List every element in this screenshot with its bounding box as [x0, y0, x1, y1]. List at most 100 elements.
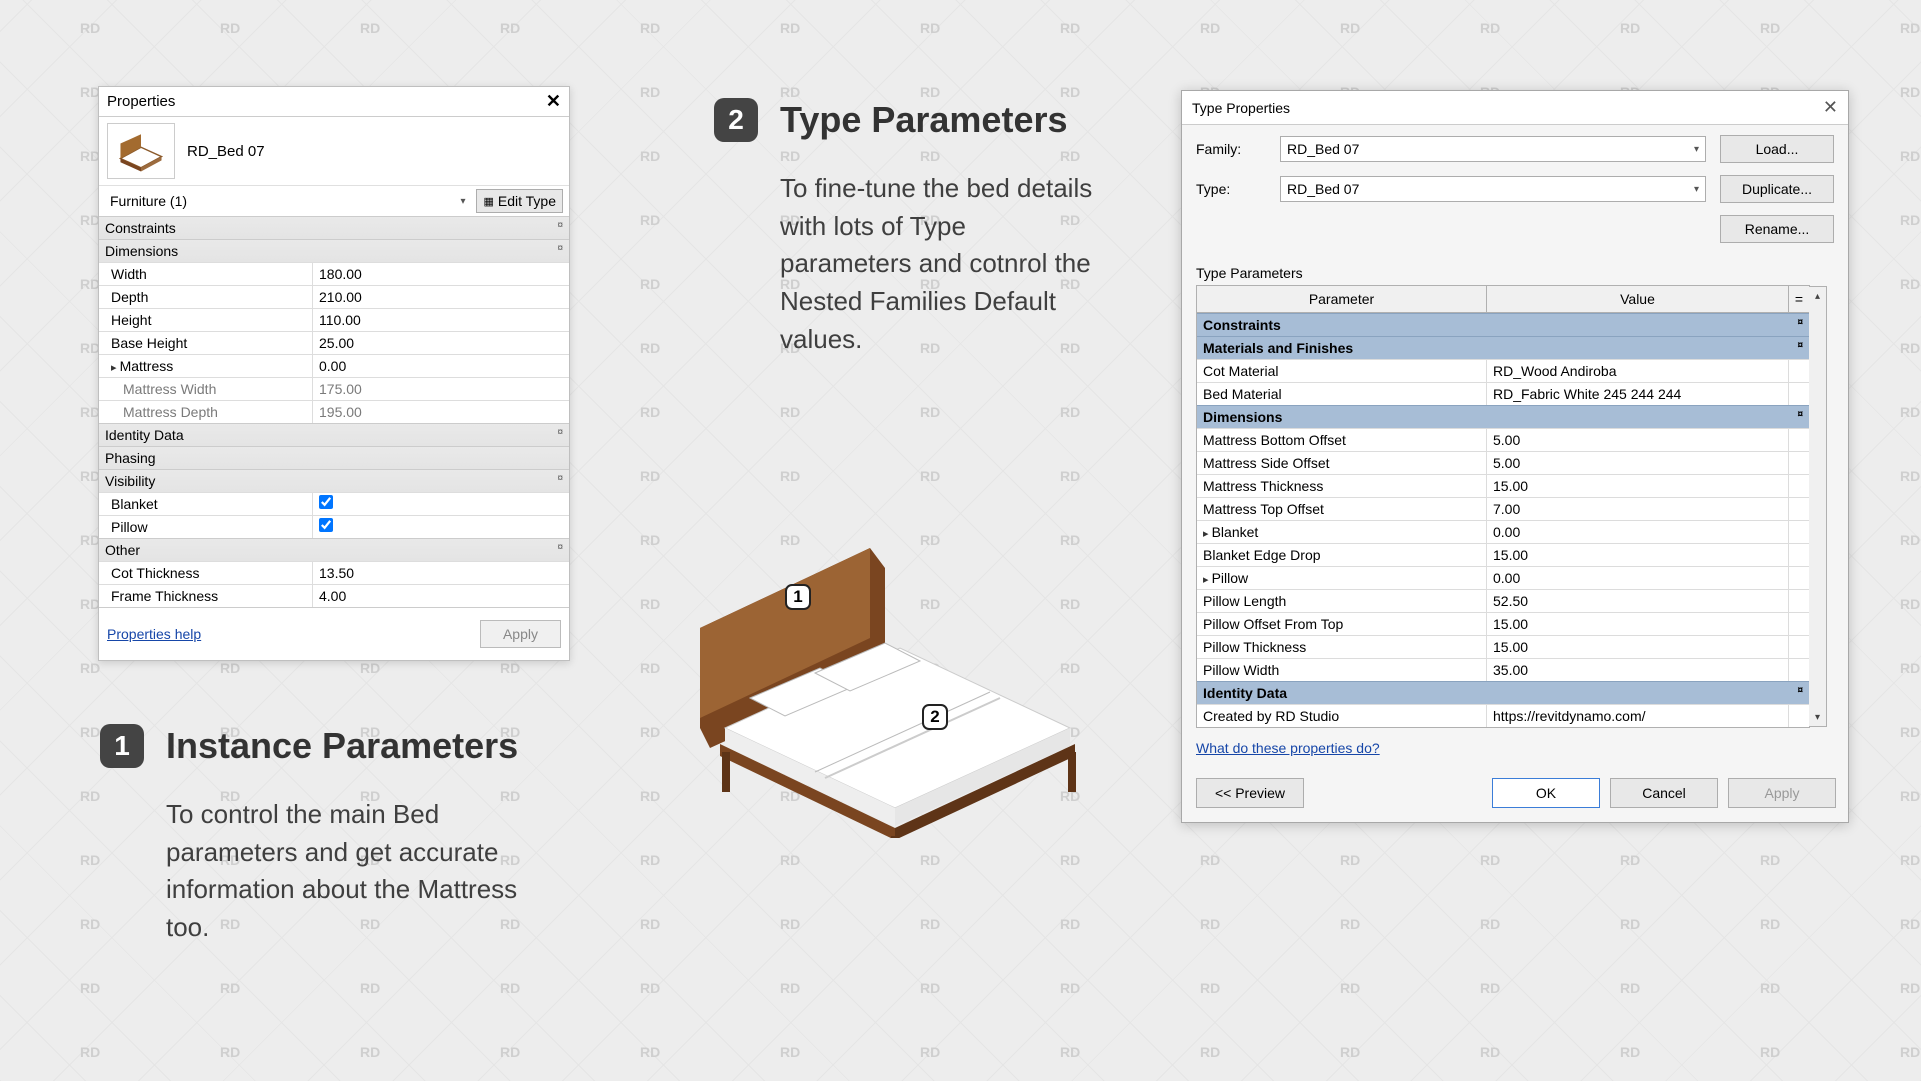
tp-value[interactable]: 35.00 — [1487, 659, 1789, 681]
properties-help-link[interactable]: Properties help — [107, 626, 201, 642]
tp-value[interactable]: 7.00 — [1487, 498, 1789, 520]
tp-value[interactable]: 0.00 — [1487, 521, 1789, 543]
group-phasing[interactable]: Phasing — [99, 446, 569, 469]
expand-icon: ¤ — [1797, 340, 1803, 356]
tp-value[interactable]: 0.00 — [1487, 567, 1789, 589]
expand-icon: ¤ — [1797, 685, 1803, 701]
group-identity[interactable]: Identity Data¤ — [1197, 681, 1809, 704]
tp-name: Mattress Bottom Offset — [1197, 429, 1487, 451]
group-dimensions-label: Dimensions — [105, 243, 178, 259]
type-label: Type: — [1196, 181, 1266, 197]
group-identity-label: Identity Data — [105, 427, 184, 443]
param-value-frame-thickness[interactable]: 4.00 — [313, 585, 569, 607]
scroll-down-icon[interactable]: ▾ — [1809, 708, 1826, 726]
apply-button[interactable]: Apply — [1728, 778, 1836, 808]
param-value-mattress[interactable]: 0.00 — [313, 355, 569, 377]
properties-footer: Properties help Apply — [99, 607, 569, 660]
tp-value[interactable]: 15.00 — [1487, 613, 1789, 635]
cancel-button[interactable]: Cancel — [1610, 778, 1718, 808]
callout-instance-parameters: 1 Instance Parameters To control the mai… — [100, 724, 540, 947]
tp-value[interactable]: 15.00 — [1487, 475, 1789, 497]
type-grid-scrollbar[interactable]: ▴ ▾ — [1809, 286, 1827, 727]
param-value-blanket[interactable] — [313, 493, 569, 515]
chevron-down-icon: ▾ — [460, 196, 465, 207]
group-visibility[interactable]: Visibility ¤ — [99, 469, 569, 492]
param-value-base-height[interactable]: 25.00 — [313, 332, 569, 354]
tp-name[interactable]: Blanket — [1197, 521, 1487, 543]
group-phasing-label: Phasing — [105, 450, 156, 466]
preview-button[interactable]: << Preview — [1196, 778, 1304, 808]
param-name-mattress-depth: Mattress Depth — [99, 401, 313, 423]
tp-value[interactable]: 15.00 — [1487, 544, 1789, 566]
properties-info-link[interactable]: What do these properties do? — [1182, 728, 1848, 768]
tp-value[interactable]: 52.50 — [1487, 590, 1789, 612]
tp-value[interactable]: https://revitdynamo.com/ — [1487, 705, 1789, 727]
column-equals: = — [1789, 286, 1809, 312]
scroll-up-icon[interactable]: ▴ — [1809, 287, 1826, 305]
param-name-mattress[interactable]: Mattress — [99, 355, 313, 377]
column-parameter: Parameter — [1197, 286, 1487, 312]
family-select-value: RD_Bed 07 — [1287, 141, 1359, 157]
ok-button[interactable]: OK — [1492, 778, 1600, 808]
callout-badge-2: 2 — [714, 98, 758, 142]
tp-name: Pillow Thickness — [1197, 636, 1487, 658]
blanket-checkbox[interactable] — [319, 495, 333, 509]
expand-icon: ¤ — [557, 427, 563, 443]
tp-value[interactable]: RD_Wood Andiroba — [1487, 360, 1789, 382]
param-value-mattress-width: 175.00 — [313, 378, 569, 400]
group-other[interactable]: Other¤ — [99, 538, 569, 561]
tp-name: Created by RD Studio — [1197, 705, 1487, 727]
type-parameters-grid: Parameter Value = Constraints¤ Materials… — [1196, 285, 1810, 728]
tp-value[interactable]: RD_Fabric White 245 244 244 — [1487, 383, 1789, 405]
type-dialog-footer: << Preview OK Cancel Apply — [1182, 768, 1848, 822]
tp-name: Blanket Edge Drop — [1197, 544, 1487, 566]
callout-type-parameters: 2 Type Parameters To fine-tune the bed d… — [714, 98, 1094, 358]
param-name-base-height: Base Height — [99, 332, 313, 354]
param-value-width[interactable]: 180.00 — [313, 263, 569, 285]
param-value-pillow[interactable] — [313, 516, 569, 538]
duplicate-button[interactable]: Duplicate... — [1720, 175, 1834, 203]
column-value: Value — [1487, 286, 1789, 312]
group-dimensions[interactable]: Dimensions¤ — [1197, 405, 1809, 428]
apply-button[interactable]: Apply — [480, 620, 561, 648]
rename-button[interactable]: Rename... — [1720, 215, 1834, 243]
type-properties-titlebar: Type Properties ✕ — [1182, 91, 1848, 125]
pillow-checkbox[interactable] — [319, 518, 333, 532]
group-materials[interactable]: Materials and Finishes¤ — [1197, 336, 1809, 359]
tp-value[interactable]: 15.00 — [1487, 636, 1789, 658]
expand-icon: ¤ — [1797, 317, 1803, 333]
tp-value[interactable]: 5.00 — [1487, 452, 1789, 474]
edit-type-icon: ▦ — [483, 195, 493, 208]
group-constraints-label: Constraints — [105, 220, 176, 236]
group-visibility-label: Visibility — [105, 473, 155, 489]
properties-titlebar: Properties ✕ — [99, 87, 569, 117]
edit-type-button[interactable]: ▦ Edit Type — [476, 189, 563, 213]
tp-name: Mattress Side Offset — [1197, 452, 1487, 474]
bed-illustration: 1 2 — [670, 508, 1100, 838]
expand-icon: ¤ — [557, 473, 563, 489]
close-icon[interactable]: ✕ — [546, 91, 561, 112]
param-name-depth: Depth — [99, 286, 313, 308]
family-select[interactable]: RD_Bed 07 ▾ — [1280, 136, 1706, 162]
properties-thumbnail-row: RD_Bed 07 — [99, 117, 569, 185]
tp-value[interactable]: 5.00 — [1487, 429, 1789, 451]
group-identity[interactable]: Identity Data ¤ — [99, 423, 569, 446]
param-value-depth[interactable]: 210.00 — [313, 286, 569, 308]
close-icon[interactable]: ✕ — [1823, 97, 1838, 118]
tp-name[interactable]: Pillow — [1197, 567, 1487, 589]
load-button[interactable]: Load... — [1720, 135, 1834, 163]
param-name-cot-thickness: Cot Thickness — [99, 562, 313, 584]
edit-type-label: Edit Type — [498, 193, 556, 209]
chevron-down-icon: ▾ — [1694, 144, 1699, 155]
param-value-height[interactable]: 110.00 — [313, 309, 569, 331]
param-name-width: Width — [99, 263, 313, 285]
callout-body-1: To control the main Bed parameters and g… — [166, 796, 540, 947]
type-select[interactable]: RD_Bed 07 ▾ — [1280, 176, 1706, 202]
group-constraints[interactable]: Constraints¤ — [1197, 313, 1809, 336]
category-select[interactable]: Furniture (1) ▾ — [105, 190, 470, 212]
param-value-cot-thickness[interactable]: 13.50 — [313, 562, 569, 584]
group-dimensions[interactable]: Dimensions¤ — [99, 239, 569, 262]
callout-body-2: To fine-tune the bed details with lots o… — [780, 170, 1094, 358]
group-constraints[interactable]: Constraints¤ — [99, 216, 569, 239]
expand-icon: ¤ — [1797, 409, 1803, 425]
